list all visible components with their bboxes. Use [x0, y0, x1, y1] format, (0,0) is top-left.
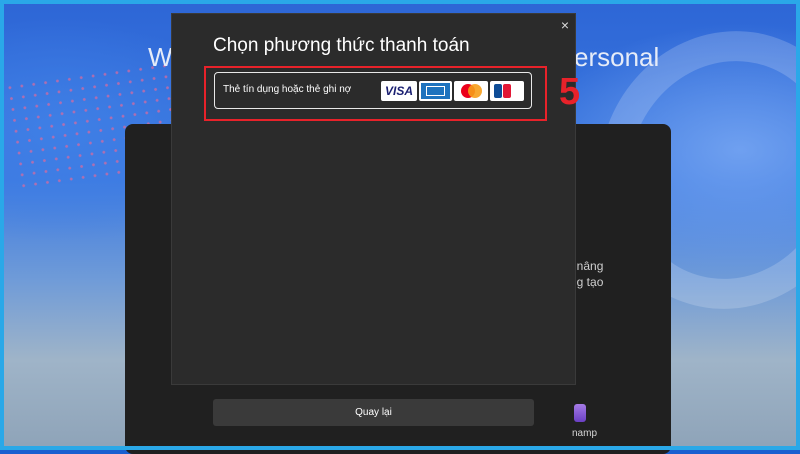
- app-icon: [574, 404, 586, 422]
- back-button[interactable]: Quay lại: [213, 399, 534, 426]
- annotation-step-number: 5: [559, 71, 581, 113]
- dialog-title: Chọn phương thức thanh toán: [213, 35, 470, 56]
- background-title-left: W: [148, 42, 173, 72]
- background-title-right: ersonal: [574, 42, 660, 72]
- close-icon[interactable]: ×: [556, 16, 574, 34]
- background-bottom-label: namp: [572, 428, 598, 439]
- annotation-highlight-box: [204, 66, 547, 121]
